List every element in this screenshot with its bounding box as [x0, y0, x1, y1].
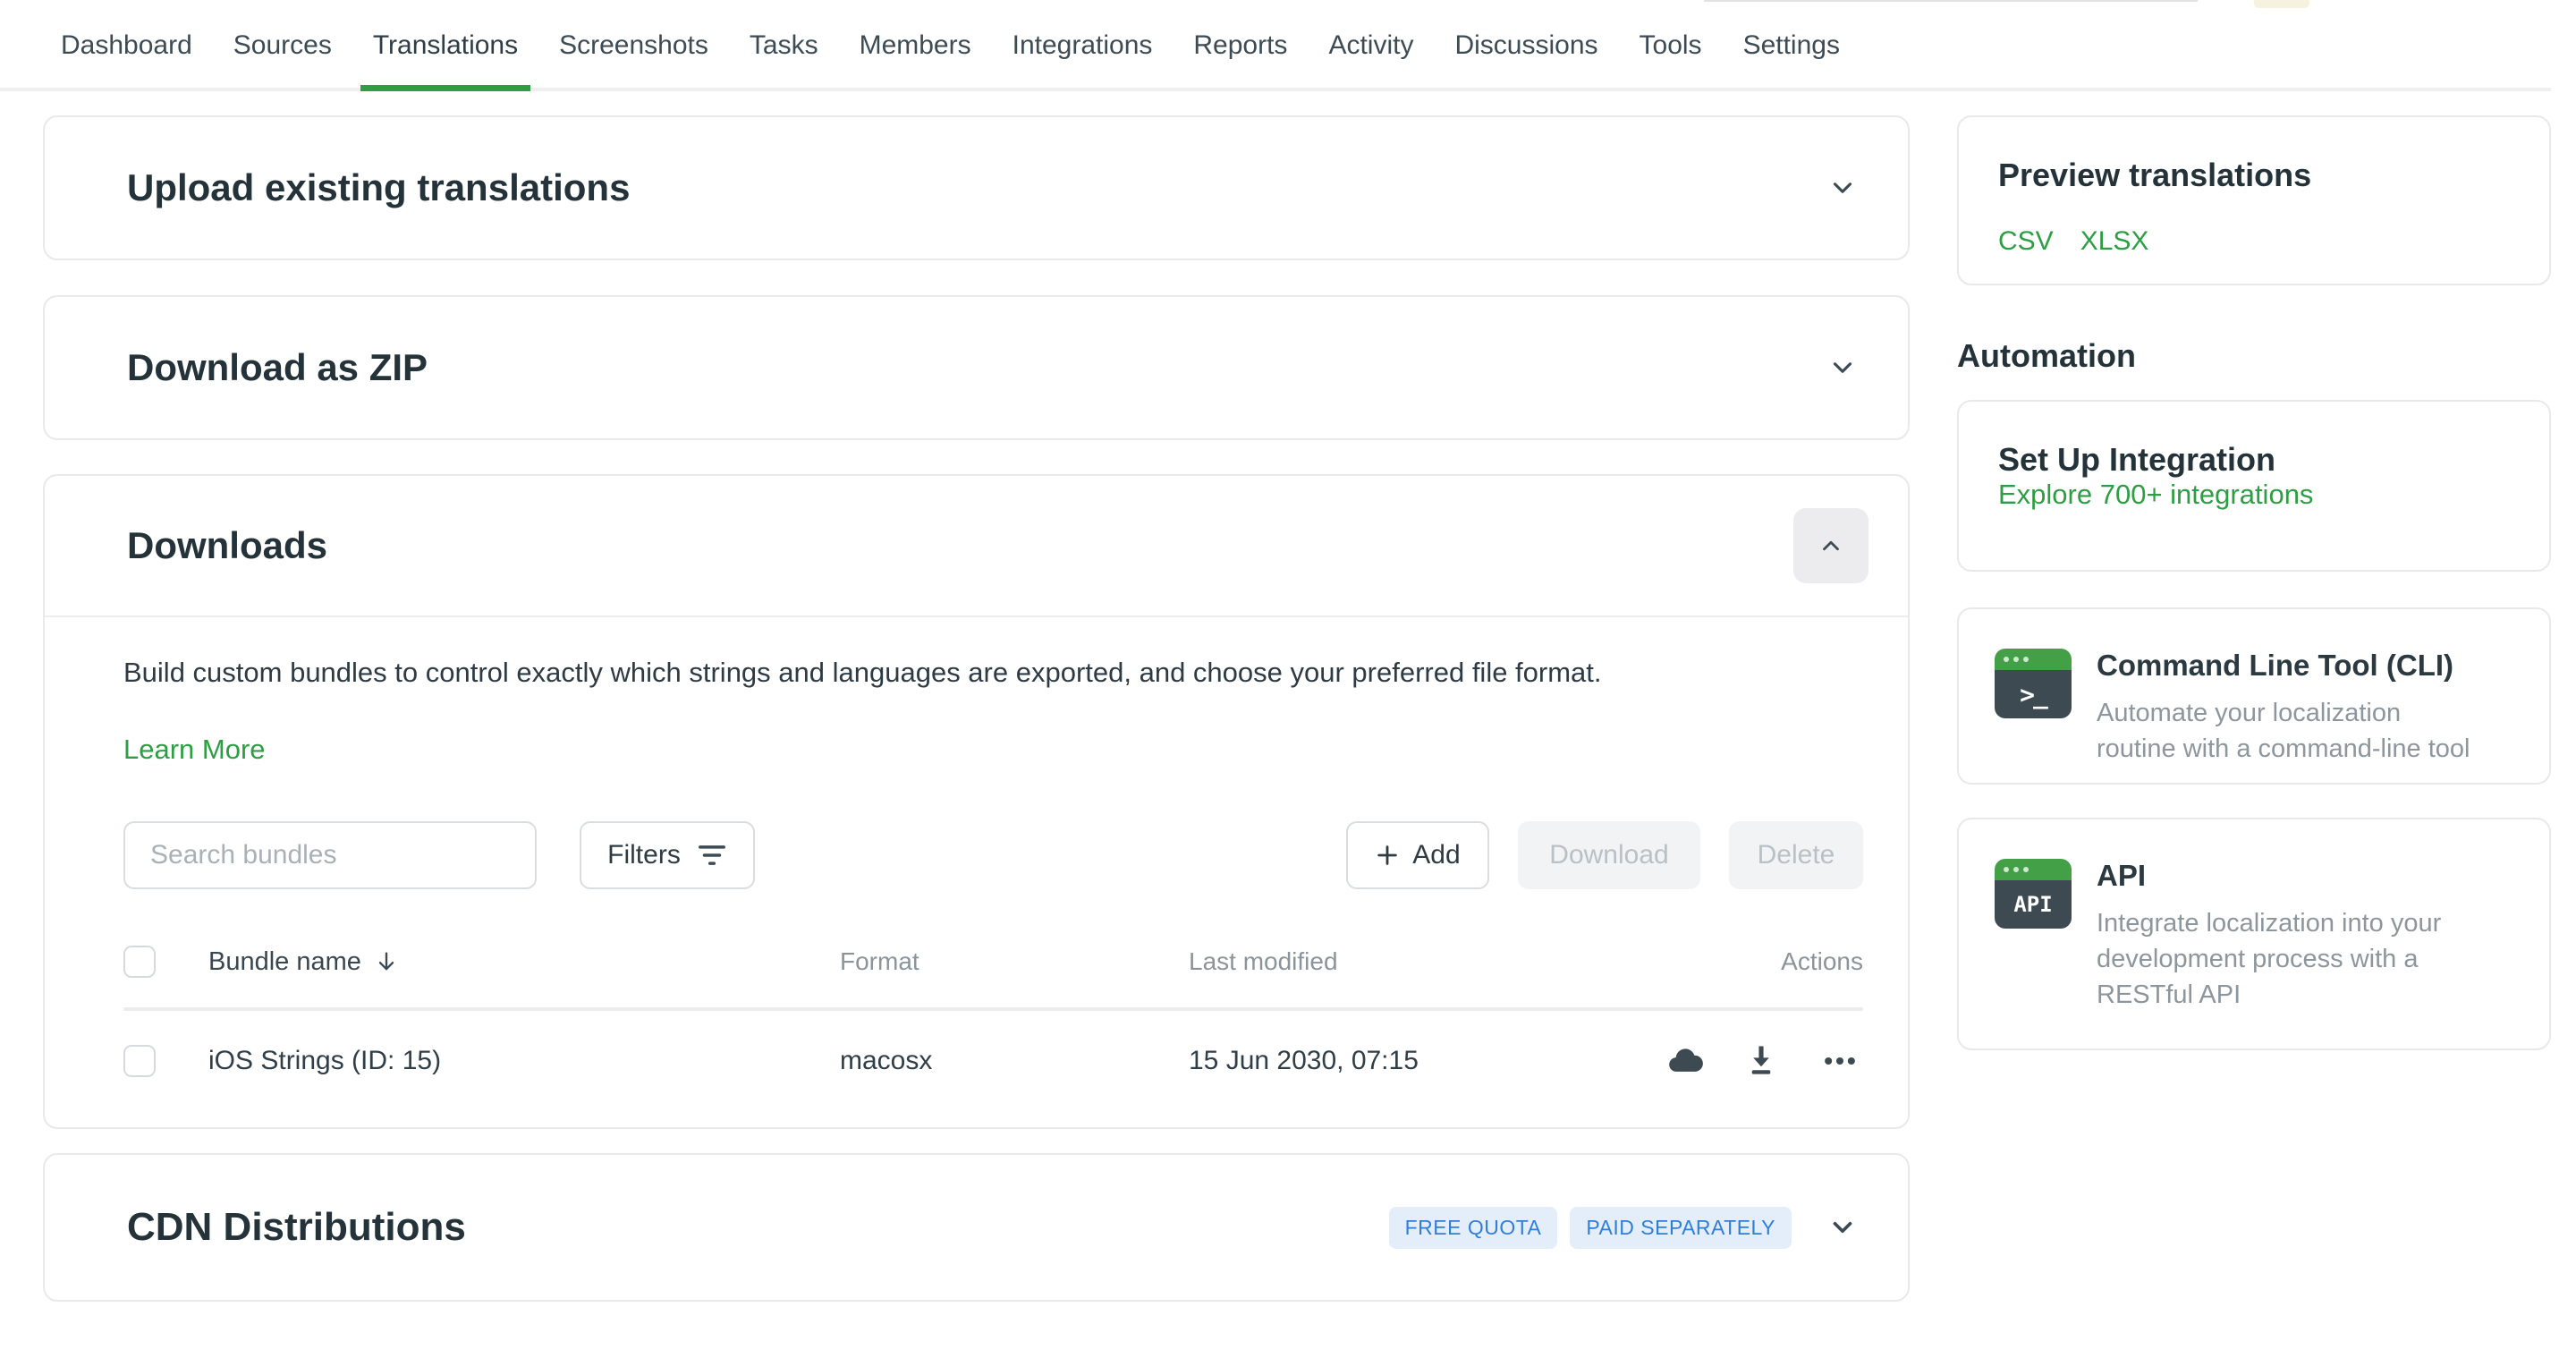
cloud-export-icon[interactable] — [1666, 1041, 1706, 1081]
add-bundle-button[interactable]: Add — [1346, 821, 1489, 889]
cli-tool-title: Command Line Tool (CLI) — [2097, 649, 2481, 683]
download-as-zip-card[interactable]: Download as ZIP — [43, 295, 1910, 440]
nav-item-dashboard[interactable]: Dashboard — [61, 30, 192, 88]
api-card[interactable]: API API Integrate localization into your… — [1957, 818, 2551, 1050]
chevron-down-icon[interactable] — [1827, 352, 1858, 383]
nav-item-reports[interactable]: Reports — [1193, 30, 1287, 88]
bundle-actions: Add Download Delete — [1346, 821, 1863, 889]
preview-links: CSV XLSX — [1998, 226, 2510, 257]
upload-existing-translations-card[interactable]: Upload existing translations — [43, 115, 1910, 260]
terminal-icon-glyph: >_ — [1995, 670, 2072, 718]
chevron-up-icon — [1818, 532, 1844, 559]
bundle-table-row: iOS Strings (ID: 15) macosx 15 Jun 2030,… — [123, 1011, 1863, 1111]
nav-item-sources[interactable]: Sources — [233, 30, 332, 88]
topbar-cutoff-line — [1704, 0, 2198, 2]
api-icon-titlebar — [1995, 859, 2072, 880]
main-column: Upload existing translations Download as… — [43, 115, 1910, 1302]
select-all-checkbox[interactable] — [123, 946, 156, 978]
nav-item-translations[interactable]: Translations — [373, 30, 518, 88]
nav-item-settings[interactable]: Settings — [1743, 30, 1840, 88]
bundle-row-actions — [1654, 1041, 1863, 1081]
upload-card-title: Upload existing translations — [127, 166, 630, 209]
nav-item-screenshots[interactable]: Screenshots — [559, 30, 708, 88]
delete-bundle-button[interactable]: Delete — [1729, 821, 1863, 889]
downloads-card-header[interactable]: Downloads — [45, 476, 1908, 615]
api-card-description: Integrate localization into your develop… — [2097, 905, 2481, 1013]
terminal-icon: >_ — [1995, 649, 2072, 718]
downloads-card-title: Downloads — [127, 524, 327, 567]
bundles-table-header: Bundle name Format Last modified Actions — [123, 939, 1863, 984]
column-last-modified: Last modified — [1189, 947, 1654, 976]
xlsx-link[interactable]: XLSX — [2080, 226, 2149, 257]
filters-button[interactable]: Filters — [580, 821, 755, 889]
downloads-description: Build custom bundles to control exactly … — [123, 657, 1863, 689]
terminal-icon-titlebar — [1995, 649, 2072, 670]
column-format: Format — [840, 947, 1189, 976]
cdn-distributions-card[interactable]: CDN Distributions FREE QUOTA PAID SEPARA… — [43, 1153, 1910, 1302]
sidebar: Preview translations CSV XLSX Automation… — [1957, 115, 2551, 1050]
nav-item-discussions[interactable]: Discussions — [1454, 30, 1597, 88]
cdn-badges: FREE QUOTA PAID SEPARATELY — [1389, 1207, 1792, 1249]
cli-tool-description: Automate your localization routine with … — [2097, 695, 2481, 767]
plus-icon — [1375, 843, 1400, 868]
downloads-card: Downloads Build custom bundles to contro… — [43, 474, 1910, 1129]
nav-item-tools[interactable]: Tools — [1640, 30, 1702, 88]
bundle-format-cell: macosx — [840, 1046, 1189, 1076]
column-actions: Actions — [1654, 947, 1863, 976]
nav-item-tasks[interactable]: Tasks — [750, 30, 818, 88]
bundle-name-header-label: Bundle name — [208, 947, 361, 977]
translations-page: Dashboard Sources Translations Screensho… — [0, 0, 2576, 1358]
download-bundle-button[interactable]: Download — [1518, 821, 1700, 889]
nav-item-integrations[interactable]: Integrations — [1013, 30, 1153, 88]
more-actions-icon[interactable] — [1817, 1041, 1863, 1081]
zip-card-title: Download as ZIP — [127, 346, 428, 389]
content: Upload existing translations Download as… — [0, 91, 2576, 1302]
learn-more-link[interactable]: Learn More — [123, 734, 266, 766]
filters-button-label: Filters — [607, 840, 681, 870]
downloads-collapse-button[interactable] — [1793, 508, 1868, 583]
automation-heading: Automation — [1957, 337, 2551, 375]
search-bundles-input[interactable] — [123, 821, 537, 889]
download-bundle-icon[interactable] — [1741, 1041, 1781, 1081]
filter-icon — [697, 842, 727, 869]
api-icon: API — [1995, 859, 2072, 929]
set-up-integration-card: Set Up Integration Explore 700+ integrat… — [1957, 400, 2551, 572]
cli-tool-text: Command Line Tool (CLI) Automate your lo… — [2097, 649, 2481, 743]
downloads-card-body: Build custom bundles to control exactly … — [45, 617, 1908, 1143]
preview-translations-card: Preview translations CSV XLSX — [1957, 115, 2551, 285]
api-icon-glyph: API — [1995, 880, 2072, 929]
topbar-cutoff-button — [2254, 0, 2309, 8]
bundle-modified-cell: 15 Jun 2030, 07:15 — [1189, 1046, 1654, 1076]
add-button-label: Add — [1412, 840, 1460, 870]
cli-tool-card[interactable]: >_ Command Line Tool (CLI) Automate your… — [1957, 607, 2551, 785]
csv-link[interactable]: CSV — [1998, 226, 2054, 257]
bundle-name-cell[interactable]: iOS Strings (ID: 15) — [156, 1046, 840, 1076]
column-bundle-name[interactable]: Bundle name — [156, 947, 840, 977]
cdn-card-title: CDN Distributions — [127, 1205, 466, 1250]
bundle-controls: Filters Add Down — [123, 821, 1863, 889]
sort-descending-icon[interactable] — [374, 949, 399, 974]
set-up-integration-title: Set Up Integration — [1998, 441, 2510, 479]
chevron-down-icon[interactable] — [1827, 173, 1858, 203]
api-card-text: API Integrate localization into your dev… — [2097, 859, 2481, 1009]
free-quota-badge: FREE QUOTA — [1389, 1207, 1558, 1249]
nav-item-activity[interactable]: Activity — [1328, 30, 1413, 88]
preview-translations-title: Preview translations — [1998, 157, 2510, 194]
api-card-title: API — [2097, 859, 2481, 893]
chevron-down-icon[interactable] — [1827, 1212, 1858, 1243]
nav-item-members[interactable]: Members — [860, 30, 971, 88]
paid-separately-badge: PAID SEPARATELY — [1570, 1207, 1792, 1249]
row-checkbox[interactable] — [123, 1045, 156, 1077]
explore-integrations-link[interactable]: Explore 700+ integrations — [1998, 479, 2313, 510]
project-nav: Dashboard Sources Translations Screensho… — [0, 0, 2551, 91]
